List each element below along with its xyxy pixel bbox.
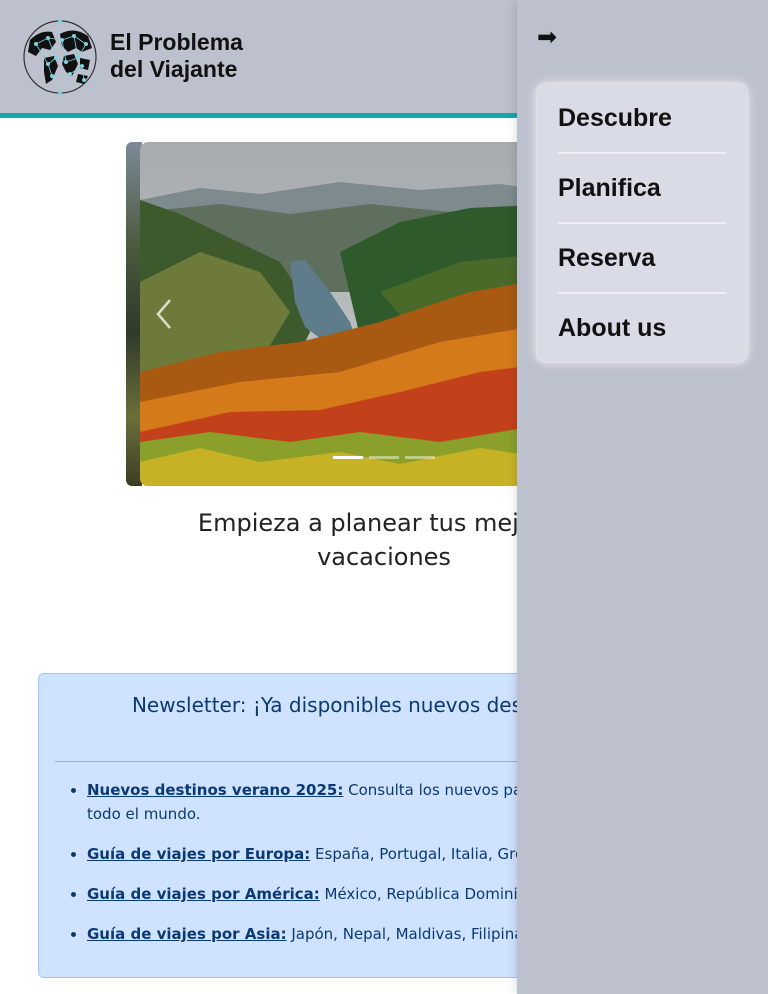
site-title[interactable]: El Problema del Viajante — [110, 29, 243, 83]
carousel-indicator-2[interactable] — [369, 456, 399, 459]
carousel-prev-button[interactable] — [152, 296, 176, 332]
newsletter-box: Newsletter: ¡Ya disponibles nuevos desti… — [38, 673, 636, 978]
carousel-indicator-3[interactable] — [405, 456, 435, 459]
site-title-line1: El Problema — [110, 29, 243, 55]
menu-item-reserva[interactable]: Reserva — [558, 224, 726, 294]
newsletter-link-destinos[interactable]: Nuevos destinos verano 2025: — [87, 781, 343, 799]
newsletter-link-america[interactable]: Guía de viajes por América: — [87, 885, 320, 903]
chevron-left-icon — [156, 299, 171, 329]
side-drawer: ➡ Descubre Planifica Reserva About us — [517, 0, 768, 994]
arrow-right-icon[interactable]: ➡ — [537, 22, 557, 52]
world-map-network-icon[interactable] — [22, 18, 98, 96]
carousel-slide-image — [140, 142, 560, 486]
menu-item-planifica[interactable]: Planifica — [558, 154, 726, 224]
newsletter-link-europa[interactable]: Guía de viajes por Europa: — [87, 845, 310, 863]
newsletter-link-asia[interactable]: Guía de viajes por Asia: — [87, 925, 287, 943]
drawer-menu: Descubre Planifica Reserva About us — [537, 84, 747, 362]
menu-item-about-us[interactable]: About us — [558, 294, 726, 364]
menu-item-descubre[interactable]: Descubre — [558, 84, 726, 154]
site-title-line2: del Viajante — [110, 56, 238, 82]
carousel-indicator-1[interactable] — [333, 456, 363, 459]
